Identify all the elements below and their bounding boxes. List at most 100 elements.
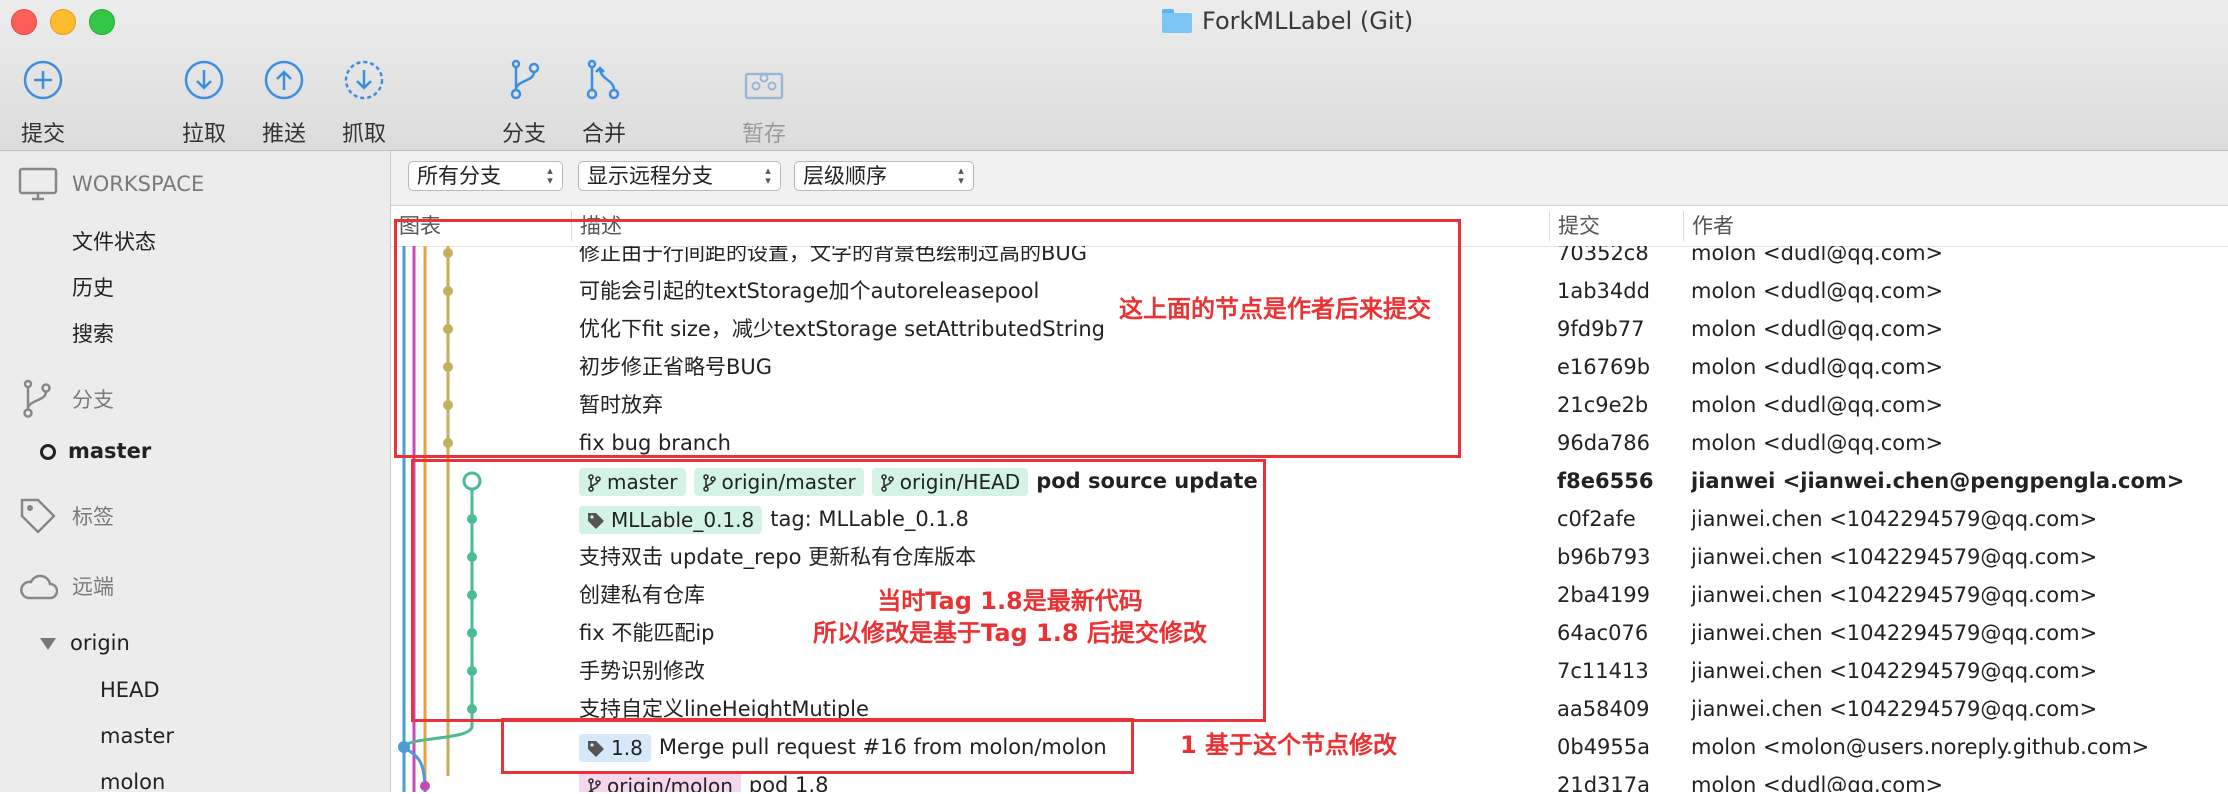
- commit-hash: 96da786: [1557, 431, 1651, 455]
- commit-author: jianwei.chen <1042294579@qq.com>: [1691, 621, 2098, 645]
- folder-icon: [1162, 9, 1192, 33]
- chevron-updown-icon: ▴ ▾: [765, 164, 771, 187]
- minimize-window-button[interactable]: [50, 9, 76, 35]
- annotation-text-top: 这上面的节点是作者后来提交: [1119, 295, 1431, 323]
- stash-button[interactable]: 暂存: [724, 58, 804, 148]
- order-value: 层级顺序: [803, 164, 887, 188]
- stash-box-icon: [744, 72, 784, 100]
- cloud-icon: [20, 574, 58, 600]
- remote-filter-select[interactable]: 显示远程分支 ▴ ▾: [578, 161, 781, 191]
- merge-icon: [586, 59, 620, 100]
- sidebar-item-search[interactable]: 搜索: [72, 318, 114, 348]
- annotation-box-bottom: [501, 718, 1134, 774]
- pull-label: 拉取: [181, 122, 226, 147]
- fetch-label: 抓取: [341, 122, 386, 147]
- close-window-button[interactable]: [11, 9, 37, 35]
- commit-author: jianwei.chen <1042294579@qq.com>: [1691, 697, 2098, 721]
- annotation-text-bottom: 1 基于这个节点修改: [1180, 731, 1398, 759]
- sidebar-remote-ref-master[interactable]: master: [100, 724, 174, 748]
- branch-icon: [588, 778, 601, 792]
- push-arrow-up-icon: [264, 60, 304, 100]
- commit-hash: 1ab34dd: [1557, 279, 1650, 303]
- sidebar-remote-ref-head[interactable]: HEAD: [100, 678, 160, 702]
- window-title: ForkMLLabel (Git): [1162, 6, 1413, 36]
- sidebar-remote-origin[interactable]: origin: [40, 631, 130, 655]
- commit-hash: 2ba4199: [1557, 583, 1651, 607]
- commit-hash: e16769b: [1557, 355, 1651, 379]
- commit-author: molon <dudl@qq.com>: [1691, 431, 1944, 455]
- branch-button[interactable]: 分支: [484, 58, 564, 148]
- monitor-icon: [18, 167, 58, 201]
- commit-plus-icon: [23, 60, 63, 100]
- commit-button[interactable]: 提交: [3, 58, 83, 148]
- commit-hash: c0f2afe: [1557, 507, 1636, 531]
- commit-hash: 70352c8: [1557, 246, 1649, 265]
- workspace-heading: WORKSPACE: [72, 172, 205, 196]
- push-button[interactable]: 推送: [244, 58, 324, 148]
- commit-author: jianwei.chen <1042294579@qq.com>: [1691, 507, 2098, 531]
- remote-name: origin: [70, 631, 130, 655]
- pull-button[interactable]: 拉取: [164, 58, 244, 148]
- current-branch-ring-icon: [40, 444, 56, 460]
- commit-author: jianwei.chen <1042294579@qq.com>: [1691, 583, 2098, 607]
- commit-author: molon <dudl@qq.com>: [1691, 279, 1944, 303]
- order-select[interactable]: 层级顺序 ▴ ▾: [794, 161, 974, 191]
- tag-icon: [20, 498, 56, 534]
- commit-hash: 21d317a: [1557, 773, 1651, 792]
- commit-hash: 64ac076: [1557, 621, 1649, 645]
- fetch-button[interactable]: 抓取: [324, 58, 404, 148]
- branch-filter-select[interactable]: 所有分支 ▴ ▾: [408, 161, 563, 191]
- commit-hash: f8e6556: [1557, 469, 1654, 493]
- sidebar-remote-ref-molon[interactable]: molon: [100, 770, 165, 794]
- annotation-text-middle-1: 当时Tag 1.8是最新代码: [877, 587, 1143, 615]
- merge-button[interactable]: 合并: [564, 58, 644, 148]
- branch-icon: [23, 379, 51, 418]
- sidebar: WORKSPACE 文件状态 历史 搜索 分支 master 标签 远端 ori…: [0, 151, 391, 794]
- tags-heading: 标签: [72, 505, 114, 529]
- branches-section-header[interactable]: 分支: [18, 379, 114, 419]
- annotation-text-middle-2: 所以修改是基于Tag 1.8 后提交修改: [813, 619, 1207, 647]
- sidebar-branch-master[interactable]: master: [40, 439, 151, 463]
- workspace-section-header: WORKSPACE: [18, 167, 204, 201]
- branch-label: 分支: [501, 122, 546, 147]
- commit-author: molon <molon@users.noreply.github.com>: [1691, 735, 2150, 759]
- commit-hash: b96b793: [1557, 545, 1651, 569]
- annotation-box-top: [394, 219, 1461, 458]
- merge-label: 合并: [581, 122, 626, 147]
- branch-icon: [510, 59, 540, 100]
- commit-author: jianwei <jianwei.chen@pengpengla.com>: [1691, 469, 2185, 493]
- commit-author: molon <dudl@qq.com>: [1691, 773, 1944, 792]
- sidebar-item-history[interactable]: 历史: [72, 272, 114, 302]
- chevron-updown-icon: ▴ ▾: [547, 164, 553, 187]
- window-title-text: ForkMLLabel (Git): [1202, 7, 1414, 35]
- commit-author: molon <dudl@qq.com>: [1691, 393, 1944, 417]
- commit-node[interactable]: [420, 781, 430, 791]
- commit-author: molon <dudl@qq.com>: [1691, 246, 1944, 265]
- commit-hash: aa58409: [1557, 697, 1650, 721]
- remotes-heading: 远端: [72, 575, 114, 599]
- fetch-arrow-down-icon: [344, 60, 384, 100]
- zoom-window-button[interactable]: [89, 9, 115, 35]
- branch-ref-chip[interactable]: origin/molon: [579, 772, 741, 792]
- tags-section-header[interactable]: 标签: [18, 496, 114, 536]
- pull-arrow-down-icon: [184, 60, 224, 100]
- commit-message: pod 1.8: [748, 773, 829, 792]
- remote-filter-value: 显示远程分支: [587, 164, 713, 188]
- branches-heading: 分支: [72, 388, 114, 412]
- commit-hash: 0b4955a: [1557, 735, 1651, 759]
- commit-author: molon <dudl@qq.com>: [1691, 355, 1944, 379]
- ref-name: origin/molon: [607, 774, 733, 792]
- column-header-commit[interactable]: 提交: [1549, 211, 1600, 241]
- sidebar-item-file-status[interactable]: 文件状态: [72, 226, 156, 256]
- commit-author: jianwei.chen <1042294579@qq.com>: [1691, 659, 2098, 683]
- branch-filter-value: 所有分支: [417, 164, 501, 188]
- push-label: 推送: [261, 122, 306, 147]
- disclosure-triangle-icon[interactable]: [40, 638, 56, 650]
- merge-commit-node[interactable]: [398, 741, 410, 753]
- filter-bar: 所有分支 ▴ ▾ 显示远程分支 ▴ ▾ 层级顺序 ▴ ▾: [391, 151, 2228, 206]
- commit-hash: 9fd9b77: [1557, 317, 1645, 341]
- column-header-author[interactable]: 作者: [1683, 211, 1734, 241]
- remotes-section-header[interactable]: 远端: [18, 571, 114, 601]
- stash-label: 暂存: [741, 122, 786, 147]
- commit-hash: 7c11413: [1557, 659, 1649, 683]
